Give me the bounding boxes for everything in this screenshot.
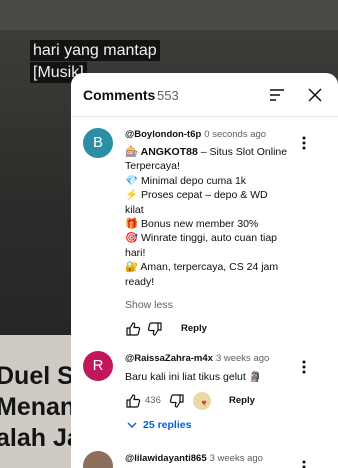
emoji-icon: 🎯 <box>125 232 139 245</box>
comment-item: B @Boylondon-t6p 0 seconds ago 🎰 ANGKOT88… <box>71 127 338 347</box>
comment-line-text: Minimal depo cuma 1k <box>138 174 247 187</box>
emoji-icon: 💎 <box>125 174 139 187</box>
comment-count: 553 <box>157 88 179 103</box>
comment-line-text: Proses cepat – depo & WD <box>138 189 268 202</box>
headline-line: Duel S <box>0 362 74 390</box>
reply-button[interactable]: Reply <box>229 395 255 406</box>
comment-author[interactable]: @Boylondon-t6p <box>125 129 201 140</box>
comment-line: kilat <box>125 203 305 217</box>
brand-name: ANGKOT88 <box>138 146 198 158</box>
show-less-button[interactable]: Show less <box>125 299 173 311</box>
comment-actions: 436 Reply <box>125 392 325 411</box>
comment-author[interactable]: @RaissaZahra-m4x <box>125 353 213 364</box>
replies-count: 25 replies <box>143 419 192 431</box>
headline-line: Menang <box>0 393 76 421</box>
video-headline-text: Duel S Menang alah Ja <box>0 361 76 454</box>
chevron-down-icon <box>127 422 137 429</box>
emoji-icon: 🔐 <box>125 261 139 274</box>
dislike-icon[interactable] <box>147 321 163 337</box>
comment-line-text: Winrate tinggi, auto cuan tiap <box>138 232 277 245</box>
comment-line-text: – Situs Slot Online <box>197 146 288 158</box>
comment-time[interactable]: 3 weeks ago <box>210 453 263 464</box>
comment-line: 🔐 Aman, terpercaya, CS 24 jam <box>125 260 305 274</box>
comment-line: ready! <box>125 275 305 289</box>
comment-author[interactable]: @lilawidayanti865 <box>125 453 207 464</box>
panel-title: Comments <box>83 87 156 103</box>
comment-line-text: Terpercaya! <box>125 160 180 173</box>
view-replies-button[interactable]: 25 replies <box>127 419 191 431</box>
avatar[interactable] <box>83 451 113 468</box>
like-icon[interactable] <box>125 321 141 337</box>
comment-header: @lilawidayanti865 3 weeks ago <box>125 453 263 464</box>
comment-line-text: Bonus new member 30% <box>138 218 259 231</box>
comment-header: @RaissaZahra-m4x 3 weeks ago <box>125 353 269 364</box>
creator-heart-icon <box>193 392 211 410</box>
emoji-icon: 🎰 <box>125 146 139 158</box>
comment-line: ⚡ Proses cepat – depo & WD <box>125 188 305 202</box>
comment-line: 🎁 Bonus new member 30% <box>125 217 305 231</box>
close-icon[interactable] <box>305 85 325 105</box>
emoji-icon: ⚡ <box>125 189 139 202</box>
reply-button[interactable]: Reply <box>181 323 207 334</box>
comment-header: @Boylondon-t6p 0 seconds ago <box>125 129 266 140</box>
avatar[interactable]: B <box>83 128 113 158</box>
comment-line-text: hari! <box>125 246 146 259</box>
comments-header: Comments 553 <box>71 73 338 117</box>
sort-icon[interactable] <box>267 85 287 105</box>
comment-line: 🎰 ANGKOT88 – Situs Slot Online <box>125 145 305 159</box>
comments-panel: Comments 553 B @Boylondon-t6p 0 seconds a… <box>71 73 338 468</box>
video-top-band <box>0 0 338 30</box>
like-count: 436 <box>145 395 161 406</box>
comment-line-text: kilat <box>125 203 144 216</box>
comment-time[interactable]: 3 weeks ago <box>216 353 269 364</box>
comment-line-text: Aman, terpercaya, CS 24 jam <box>138 261 279 274</box>
headline-line: alah Ja <box>0 424 76 452</box>
comment-line: 💎 Minimal depo cuma 1k <box>125 174 305 188</box>
comment-text: 🎰 ANGKOT88 – Situs Slot Online Terpercaya… <box>125 145 305 289</box>
comment-time[interactable]: 0 seconds ago <box>204 129 266 140</box>
comment-text: Baru kali ini liat tikus gelut 🗿 <box>125 371 262 383</box>
comment-line: Terpercaya! <box>125 159 305 173</box>
like-icon[interactable] <box>125 393 141 409</box>
caption-line: hari yang mantap <box>30 40 160 61</box>
comment-line: hari! <box>125 246 305 260</box>
comment-item: @lilawidayanti865 3 weeks ago <box>71 451 338 468</box>
emoji-icon: 🎁 <box>125 218 139 231</box>
more-options-icon[interactable] <box>296 459 312 468</box>
comment-line: 🎯 Winrate tinggi, auto cuan tiap <box>125 231 305 245</box>
comment-line-text: ready! <box>125 275 155 288</box>
comment-actions: Reply <box>125 321 325 339</box>
dislike-icon[interactable] <box>169 393 185 409</box>
avatar[interactable]: R <box>83 351 113 381</box>
comment-item: R @RaissaZahra-m4x 3 weeks ago Baru kali … <box>71 351 338 441</box>
